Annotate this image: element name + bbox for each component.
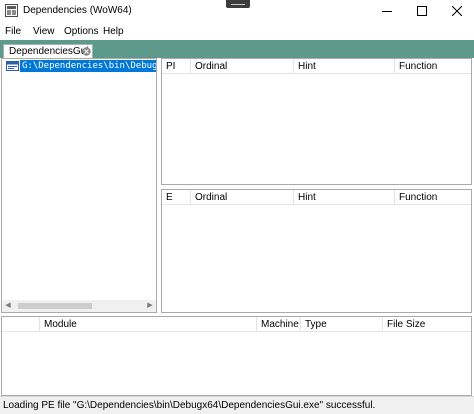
tab-dependenciesgui[interactable]: DependenciesGui [3,44,93,58]
modules-col-type[interactable]: Type [301,317,383,332]
modules-col-icon[interactable] [2,317,40,332]
exports-col-ordinal[interactable]: Ordinal [191,190,294,205]
imports-col-pi[interactable]: PI [162,59,191,74]
exports-col-hint[interactable]: Hint [294,190,395,205]
modules-table-header: Module Machine Type File Size [2,317,471,332]
imports-table[interactable]: PI Ordinal Hint Function [161,58,472,185]
status-text: Loading PE file "G:\Dependencies\bin\Deb… [3,400,376,411]
exports-table-header: E Ordinal Hint Function [162,190,471,205]
status-bar: Loading PE file "G:\Dependencies\bin\Deb… [0,396,474,414]
menu-view[interactable]: View [33,26,55,37]
dependencies-app-icon [5,4,18,17]
modules-col-module[interactable]: Module [40,317,257,332]
scroll-right-arrow-icon[interactable]: ▶ [144,300,156,312]
title-bar[interactable]: Dependencies (WoW64) [0,0,474,22]
maximize-icon [417,6,427,16]
tree-node-root[interactable]: G:\Dependencies\bin\Debugx64\Dependencie… [3,60,156,72]
scroll-thumb[interactable] [18,303,92,309]
close-icon [452,6,462,16]
imports-table-header: PI Ordinal Hint Function [162,59,471,74]
menu-file[interactable]: File [5,26,21,37]
close-circle-icon[interactable] [82,47,91,56]
exports-col-function[interactable]: Function [395,190,471,205]
imports-col-hint[interactable]: Hint [294,59,395,74]
maximize-button[interactable] [405,0,439,22]
close-button[interactable] [440,0,474,22]
minimize-icon [382,11,392,12]
menu-bar: File View Options Help [0,22,474,40]
window-title: Dependencies (WoW64) [23,5,132,16]
pe-module-icon [6,61,19,71]
menu-options[interactable]: Options [64,26,98,37]
imports-col-function[interactable]: Function [395,59,471,74]
tree-node-label: G:\Dependencies\bin\Debugx64\Dependencie… [20,60,156,72]
tree-horizontal-scrollbar[interactable]: ◀ ▶ [2,300,156,312]
modules-col-file-size[interactable]: File Size [383,317,471,332]
title-grip [226,0,250,8]
document-tabstrip: DependenciesGui [0,40,474,58]
menu-help[interactable]: Help [103,26,124,37]
modules-table[interactable]: Module Machine Type File Size [1,316,472,396]
module-tree[interactable]: G:\Dependencies\bin\Debugx64\Dependencie… [1,58,157,313]
exports-col-e[interactable]: E [162,190,191,205]
exports-table[interactable]: E Ordinal Hint Function [161,189,472,313]
minimize-button[interactable] [370,0,404,22]
scroll-left-arrow-icon[interactable]: ◀ [2,300,14,312]
tab-label: DependenciesGui [9,46,89,57]
modules-col-machine[interactable]: Machine [257,317,301,332]
imports-col-ordinal[interactable]: Ordinal [191,59,294,74]
